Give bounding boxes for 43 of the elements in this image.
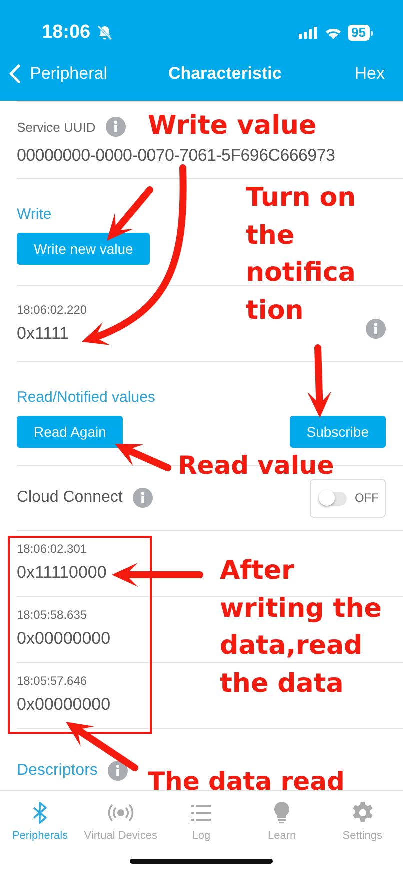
annotation-text: Read value	[178, 450, 334, 481]
back-button[interactable]: Peripheral	[9, 64, 108, 84]
tab-item[interactable]: Log	[161, 801, 242, 842]
timestamp: 18:06:02.220	[17, 303, 88, 317]
tab-item[interactable]: Settings	[322, 801, 403, 842]
section-heading: Read/Notified values	[17, 389, 156, 406]
hex-value: 0x00000000	[17, 695, 111, 715]
info-icon[interactable]	[108, 761, 128, 781]
timestamp: 18:06:02.301	[17, 542, 88, 556]
annotation-text: Write value	[148, 110, 317, 142]
toggle-switch[interactable]: OFF	[310, 478, 386, 518]
tab-item[interactable]: Peripherals	[0, 801, 81, 842]
info-icon[interactable]	[366, 318, 386, 338]
section-heading: Write	[17, 206, 53, 223]
gear-icon	[350, 801, 375, 825]
hex-value: 0x1111	[17, 324, 69, 344]
uuid-value: 00000000-0000-0070-7061-5F696C666973	[17, 146, 336, 166]
info-icon[interactable]	[106, 117, 126, 137]
timestamp: 18:05:58.635	[17, 608, 88, 622]
info-icon[interactable]	[132, 488, 153, 508]
bell-slash-icon	[96, 25, 113, 41]
hex-button[interactable]: Hex	[354, 64, 385, 84]
wifi-icon	[324, 26, 342, 40]
signal-icon	[298, 27, 319, 39]
timestamp: 18:05:57.646	[17, 674, 88, 688]
screen-title: Characteristic	[168, 64, 282, 84]
tab-item[interactable]: Learn	[242, 801, 322, 842]
hex-value: 0x11110000	[17, 563, 107, 583]
annotation-arrow	[115, 444, 172, 472]
read-button[interactable]: Read Again	[17, 416, 124, 448]
annotation-text: The data read	[148, 766, 345, 797]
hex-value: 0x00000000	[17, 629, 111, 649]
field-label: Service UUID	[17, 120, 96, 134]
section-heading: Descriptors	[17, 762, 98, 780]
annotation-text: Turn on the notifica tion	[246, 182, 356, 328]
write-button[interactable]: Write new value	[17, 233, 150, 265]
battery-level: 95	[348, 25, 370, 41]
clock-time: 18:06	[42, 22, 91, 44]
chevron-left-icon	[9, 64, 21, 84]
subscribe-button[interactable]: Subscribe	[290, 416, 386, 448]
setting-label: Cloud Connect	[17, 489, 123, 507]
annotation-text: After writing the data,read the data	[220, 555, 382, 702]
tab-item[interactable]: Virtual Devices	[80, 801, 162, 842]
